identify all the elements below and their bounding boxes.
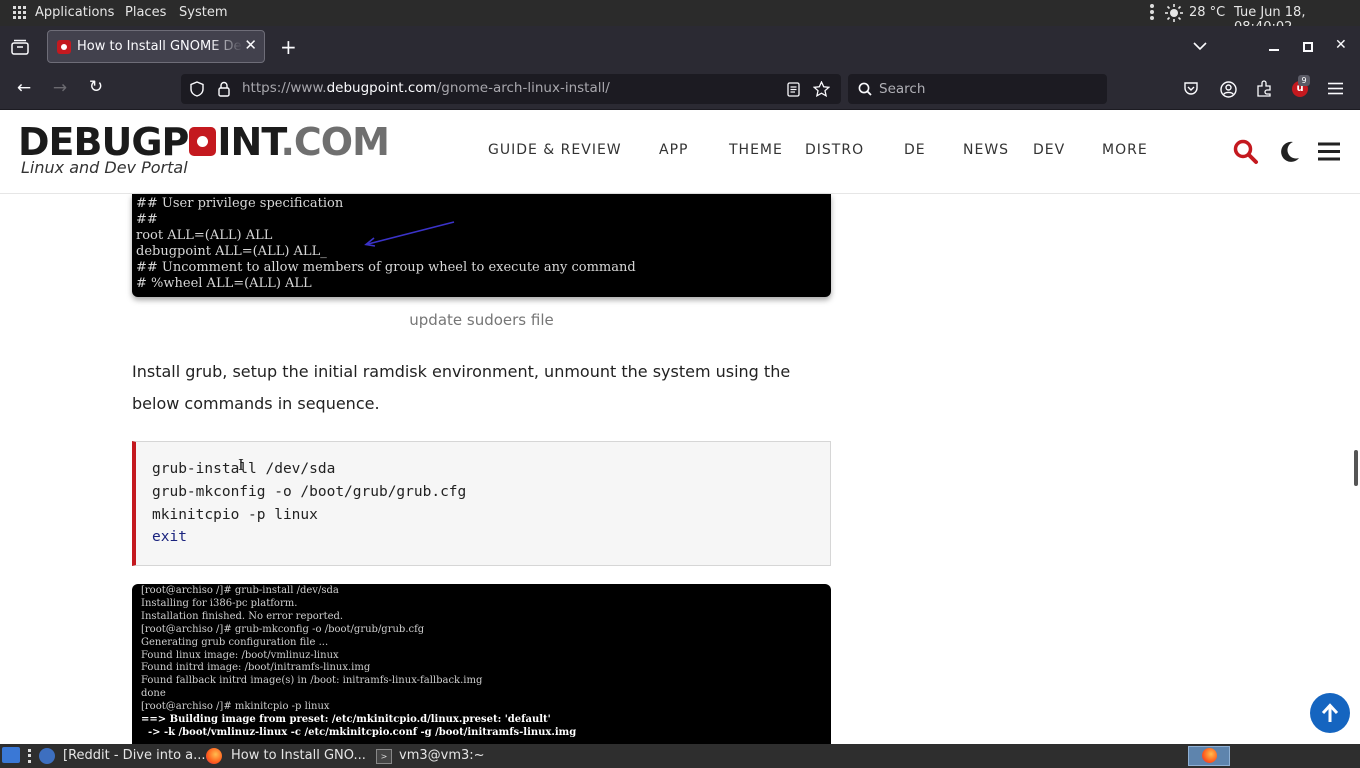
chevron-down-icon[interactable]: [1193, 41, 1207, 51]
panel-overflow-icon[interactable]: [1150, 4, 1154, 22]
nav-more[interactable]: MORE: [1102, 142, 1148, 158]
site-search-icon[interactable]: [1233, 139, 1259, 165]
bookmark-star-icon[interactable]: [813, 81, 830, 97]
scroll-to-top-button[interactable]: [1310, 693, 1350, 733]
nav-dev[interactable]: DEV: [1033, 142, 1065, 158]
forward-icon[interactable]: →: [48, 78, 72, 98]
weather-temp[interactable]: 28 °C: [1189, 5, 1225, 20]
maximize-icon[interactable]: [1303, 42, 1313, 52]
nav-app[interactable]: APP: [659, 142, 688, 158]
search-icon: [858, 82, 872, 96]
code-block[interactable]: grub-install /dev/sda grub-mkconfig -o /…: [132, 441, 831, 566]
tab-bar: How to Install GNOME Desktop in Arch Lin…: [0, 26, 1360, 69]
minimize-icon[interactable]: [1269, 49, 1279, 51]
pocket-icon[interactable]: [1183, 81, 1199, 97]
reload-icon[interactable]: ↻: [84, 77, 108, 97]
debugpoint-favicon-icon: [57, 40, 71, 54]
site-tagline: Linux and Dev Portal: [21, 158, 188, 177]
system-menu[interactable]: System: [179, 5, 227, 20]
taskbar-handle-icon: [28, 749, 34, 763]
nav-guide-review[interactable]: GUIDE & REVIEW: [488, 142, 622, 158]
new-tab-icon[interactable]: +: [280, 35, 297, 59]
reader-view-icon[interactable]: [787, 82, 800, 97]
taskbar-item-firefox[interactable]: How to Install GNO...: [231, 748, 366, 763]
close-tab-icon[interactable]: ✕: [244, 36, 257, 54]
nav-de[interactable]: DE: [904, 142, 926, 158]
tab-overview-icon[interactable]: [11, 39, 29, 55]
arrow-up-icon: [1321, 703, 1339, 722]
arrow-annotation-icon: [364, 221, 455, 247]
workspace-firefox-icon: [1202, 748, 1217, 763]
show-desktop-icon[interactable]: [2, 747, 20, 763]
site-menu-icon[interactable]: [1318, 142, 1340, 161]
places-menu[interactable]: Places: [125, 5, 166, 20]
terminal-window-icon: >: [376, 749, 392, 764]
top-panel: Applications Places System 28 °C Tue Jun…: [0, 0, 1360, 35]
tab-active[interactable]: How to Install GNOME Desktop in Arch Lin…: [47, 30, 265, 63]
hamburger-menu-icon[interactable]: [1328, 82, 1343, 95]
nav-distro[interactable]: DISTRO: [805, 142, 864, 158]
taskbar-item-reddit[interactable]: [Reddit - Dive into a...: [63, 748, 206, 763]
search-placeholder: Search: [879, 81, 926, 97]
text-cursor-icon: I: [238, 456, 244, 474]
logo-o-icon: [189, 127, 217, 156]
code-line: mkinitcpio -p linux: [152, 506, 318, 523]
grub-terminal-text: [root@archiso /]# grub-install /dev/sda …: [141, 585, 577, 738]
firefox-window-icon: [206, 748, 222, 764]
shield-icon[interactable]: [190, 81, 204, 97]
sudoers-screenshot: ## User privilege specification ## root …: [132, 194, 831, 297]
tab-title: How to Install GNOME Desktop in Arch Lin…: [77, 39, 243, 54]
back-icon[interactable]: ←: [12, 78, 36, 98]
url-bar[interactable]: https://www.debugpoint.com/gnome-arch-li…: [181, 74, 841, 104]
apps-grid-icon[interactable]: [13, 6, 27, 20]
nav-news[interactable]: NEWS: [963, 142, 1009, 158]
applications-menu[interactable]: Applications: [35, 5, 114, 20]
page-scrollbar[interactable]: [1354, 450, 1358, 486]
lock-icon[interactable]: [218, 81, 230, 97]
url-text[interactable]: https://www.debugpoint.com/gnome-arch-li…: [242, 80, 610, 96]
dark-mode-moon-icon[interactable]: [1277, 140, 1301, 164]
code-line: exit: [152, 529, 187, 546]
reddit-window-icon: [39, 748, 55, 764]
close-window-icon[interactable]: ✕: [1335, 37, 1347, 53]
nav-bar: ← → ↻ https://www.debugpoint.com/gnome-a…: [0, 69, 1360, 110]
taskbar: [Reddit - Dive into a... How to Install …: [0, 744, 1360, 768]
extensions-icon[interactable]: [1256, 80, 1273, 97]
nav-theme[interactable]: THEME: [729, 142, 783, 158]
site-header: DEBUGP INT.COM Linux and Dev Portal GUIDE…: [0, 110, 1360, 194]
article-paragraph: Install grub, setup the initial ramdisk …: [132, 362, 791, 413]
sun-icon: [1165, 4, 1183, 22]
workspace-switcher[interactable]: [1188, 746, 1230, 766]
search-bar[interactable]: Search: [848, 74, 1107, 104]
account-icon[interactable]: [1220, 81, 1237, 98]
taskbar-item-terminal[interactable]: vm3@vm3:~: [399, 748, 485, 763]
grub-screenshot: [root@archiso /]# grub-install /dev/sda …: [132, 584, 831, 744]
code-line: grub-mkconfig -o /boot/grub/grub.cfg: [152, 483, 467, 500]
sudoers-terminal-text: ## User privilege specification ## root …: [136, 196, 636, 291]
extension-badge: 9: [1298, 75, 1310, 86]
image-caption: update sudoers file: [409, 311, 554, 329]
